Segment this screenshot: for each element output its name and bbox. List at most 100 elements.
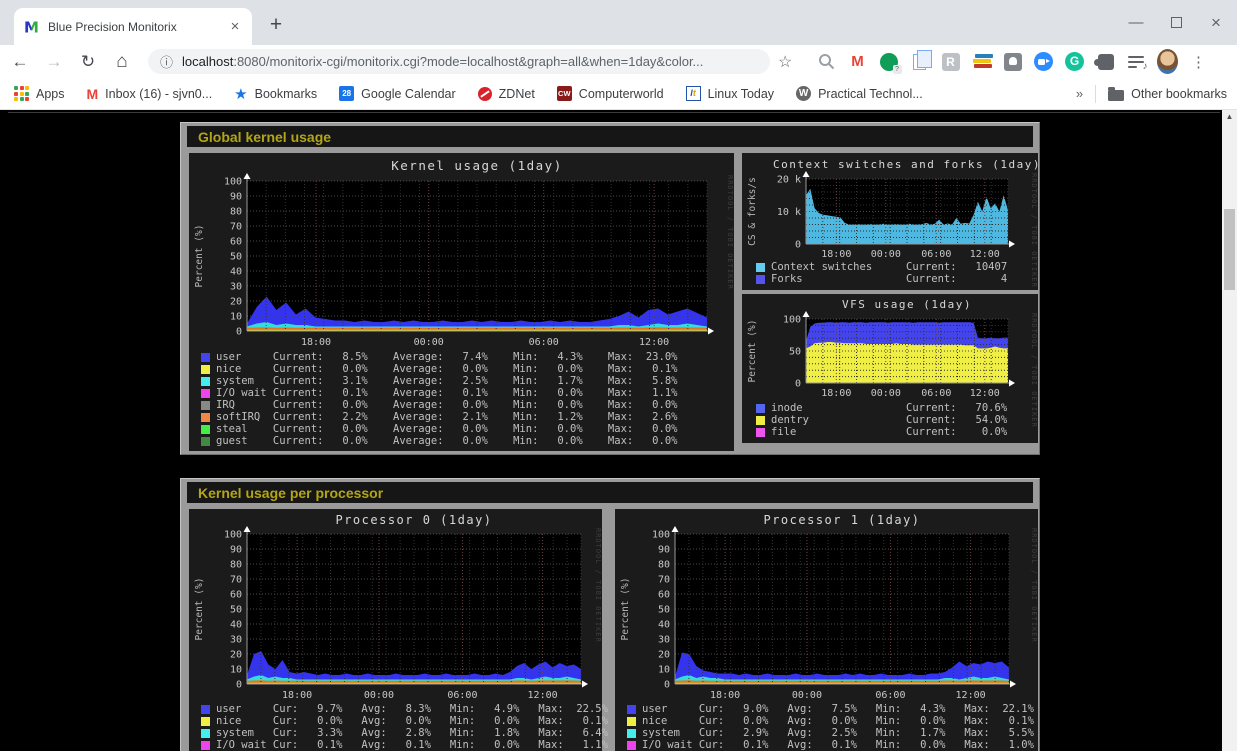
svg-text:80: 80 — [658, 560, 670, 571]
bookmark-zdnet[interactable]: ZDNet — [478, 87, 535, 101]
window-close-button[interactable]: × — [1203, 10, 1229, 36]
svg-text:10 k: 10 k — [777, 207, 801, 218]
legend-row: system Cur: 3.3% Avg: 2.8% Min: 1.8% Max… — [201, 727, 608, 739]
scroll-up-arrow-icon[interactable]: ▲ — [1222, 112, 1237, 121]
graph-legend: user Current: 8.5% Average: 7.4% Min: 4.… — [201, 351, 677, 447]
svg-text:Percent (%): Percent (%) — [194, 225, 205, 288]
tab-strip: M Blue Precision Monitorix × + — × — [0, 0, 1237, 45]
bookmarks-bar: Apps M Inbox (16) - sjvn0... ★ Bookmarks… — [0, 78, 1237, 110]
svg-text:RRDTOOL / TOBI OETIKER: RRDTOOL / TOBI OETIKER — [594, 528, 602, 643]
svg-text:0: 0 — [236, 327, 242, 338]
zoom-icon[interactable] — [1033, 51, 1054, 72]
svg-text:RRDTOOL / TOBI OETIKER: RRDTOOL / TOBI OETIKER — [1030, 528, 1038, 643]
folder-icon — [1108, 90, 1124, 101]
r-extension-icon[interactable]: R — [940, 51, 961, 72]
svg-text:00:00: 00:00 — [871, 249, 901, 260]
svg-text:40: 40 — [658, 620, 670, 631]
wordpress-icon: W — [796, 86, 811, 101]
keep-notes-icon[interactable] — [1002, 51, 1023, 72]
tab-close-icon[interactable]: × — [226, 18, 244, 36]
vfs-usage-graph[interactable]: 05010018:0000:0006:0012:00VFS usage (1da… — [742, 294, 1038, 443]
svg-text:18:00: 18:00 — [282, 690, 312, 701]
legend-text: dentry — [771, 414, 809, 426]
scrollbar-thumb[interactable] — [1224, 209, 1235, 290]
back-button[interactable]: ← — [6, 48, 34, 76]
legend-row: Context switchesCurrent: 10407 — [756, 261, 872, 273]
profile-avatar[interactable] — [1157, 51, 1178, 72]
gmail-icon[interactable]: M — [847, 51, 868, 72]
svg-text:70: 70 — [658, 575, 670, 586]
page-info-icon[interactable]: ⓘ — [160, 52, 173, 71]
playlist-icon[interactable] — [1126, 51, 1147, 72]
legend-color-box — [201, 365, 210, 374]
browser-tab[interactable]: M Blue Precision Monitorix × — [14, 8, 252, 45]
legend-row: I/O wait Cur: 0.1% Avg: 0.1% Min: 0.0% M… — [627, 739, 1034, 751]
new-tab-button[interactable]: + — [262, 12, 290, 40]
home-button[interactable]: ⌂ — [108, 48, 136, 76]
processor-1-graph[interactable]: 010203040506070809010018:0000:0006:0012:… — [615, 509, 1038, 751]
legend-color-box — [201, 377, 210, 386]
bookmark-label: Google Calendar — [361, 87, 456, 101]
legend-color-box — [201, 729, 210, 738]
bookmarks-overflow-chevron[interactable]: » — [1076, 86, 1083, 101]
svg-text:Processor 1 (1day): Processor 1 (1day) — [763, 513, 920, 527]
google-voice-icon[interactable] — [878, 51, 899, 72]
bookmark-computerworld[interactable]: CW Computerworld — [557, 86, 664, 101]
gmail-m-icon: M — [87, 86, 99, 102]
url-text: localhost:8080/monitorix-cgi/monitorix.c… — [182, 54, 703, 69]
bookmark-linux-today[interactable]: lt Linux Today — [686, 86, 775, 101]
svg-text:VFS usage (1day): VFS usage (1day) — [842, 298, 972, 311]
grammarly-icon[interactable]: G — [1064, 51, 1085, 72]
svg-text:Percent (%): Percent (%) — [194, 578, 205, 641]
bookmark-bookmarks[interactable]: ★ Bookmarks — [234, 85, 317, 103]
svg-text:12:00: 12:00 — [639, 337, 669, 348]
legend-row: ForksCurrent: 4 — [756, 273, 872, 285]
other-bookmarks-label: Other bookmarks — [1131, 87, 1227, 101]
bookmark-practical-technology[interactable]: W Practical Technol... — [796, 86, 923, 101]
svg-text:30: 30 — [230, 635, 242, 646]
reading-stack-icon[interactable] — [971, 51, 992, 72]
bookmark-star-icon[interactable]: ☆ — [778, 52, 792, 72]
reload-button[interactable]: ↻ — [74, 48, 102, 76]
extensions-puzzle-icon[interactable] — [1095, 51, 1116, 72]
bookmark-label: Bookmarks — [255, 87, 318, 101]
browser-menu-icon[interactable]: ⋮ — [1188, 51, 1209, 72]
svg-text:60: 60 — [230, 237, 242, 248]
monitorix-favicon-icon: M — [24, 19, 40, 35]
legend-text: Context switches — [771, 261, 872, 273]
svg-text:100: 100 — [224, 530, 242, 541]
section-header: Global kernel usage — [187, 126, 1033, 147]
copy-docs-icon[interactable] — [909, 51, 930, 72]
search-icon[interactable] — [816, 51, 837, 72]
forward-button[interactable]: → — [40, 48, 68, 76]
bookmark-inbox[interactable]: M Inbox (16) - sjvn0... — [87, 86, 213, 102]
legend-color-box — [201, 389, 210, 398]
maximize-button[interactable] — [1163, 10, 1189, 36]
context-switches-graph[interactable]: 010 k20 k18:0000:0006:0012:00Context swi… — [742, 153, 1038, 290]
processor-0-graph[interactable]: 010203040506070809010018:0000:0006:0012:… — [189, 509, 602, 751]
legend-current-value: Current: 10407 — [906, 261, 1007, 273]
star-icon: ★ — [234, 85, 247, 103]
legend-row: user Cur: 9.7% Avg: 8.3% Min: 4.9% Max: … — [201, 703, 608, 715]
legend-row: inodeCurrent: 70.6% — [756, 402, 809, 414]
page-scrollbar[interactable]: ▲ — [1222, 110, 1237, 751]
legend-text: softIRQ Current: 2.2% Average: 2.1% Min:… — [216, 411, 677, 423]
legend-text: system Cur: 2.9% Avg: 2.5% Min: 1.7% Max… — [642, 727, 1034, 739]
svg-text:10: 10 — [658, 665, 670, 676]
legend-text: system Current: 3.1% Average: 2.5% Min: … — [216, 375, 677, 387]
svg-text:00:00: 00:00 — [871, 388, 901, 399]
kernel-usage-graph[interactable]: 010203040506070809010018:0000:0006:0012:… — [189, 153, 734, 451]
legend-text: steal Current: 0.0% Average: 0.0% Min: 0… — [216, 423, 677, 435]
minimize-button[interactable]: — — [1123, 10, 1149, 36]
other-bookmarks-button[interactable]: Other bookmarks — [1108, 87, 1227, 101]
legend-text: nice Cur: 0.0% Avg: 0.0% Min: 0.0% Max: … — [642, 715, 1034, 727]
section-header: Kernel usage per processor — [187, 482, 1033, 503]
svg-text:Kernel usage (1day): Kernel usage (1day) — [391, 158, 563, 173]
address-bar[interactable]: ⓘ localhost:8080/monitorix-cgi/monitorix… — [148, 49, 770, 74]
bookmark-google-calendar[interactable]: 28 Google Calendar — [339, 86, 456, 101]
legend-row: fileCurrent: 0.0% — [756, 426, 809, 438]
bookmark-apps[interactable]: Apps — [14, 86, 65, 101]
legend-color-box — [201, 705, 210, 714]
legend-row: user Current: 8.5% Average: 7.4% Min: 4.… — [201, 351, 677, 363]
window-controls: — × — [1123, 0, 1229, 45]
